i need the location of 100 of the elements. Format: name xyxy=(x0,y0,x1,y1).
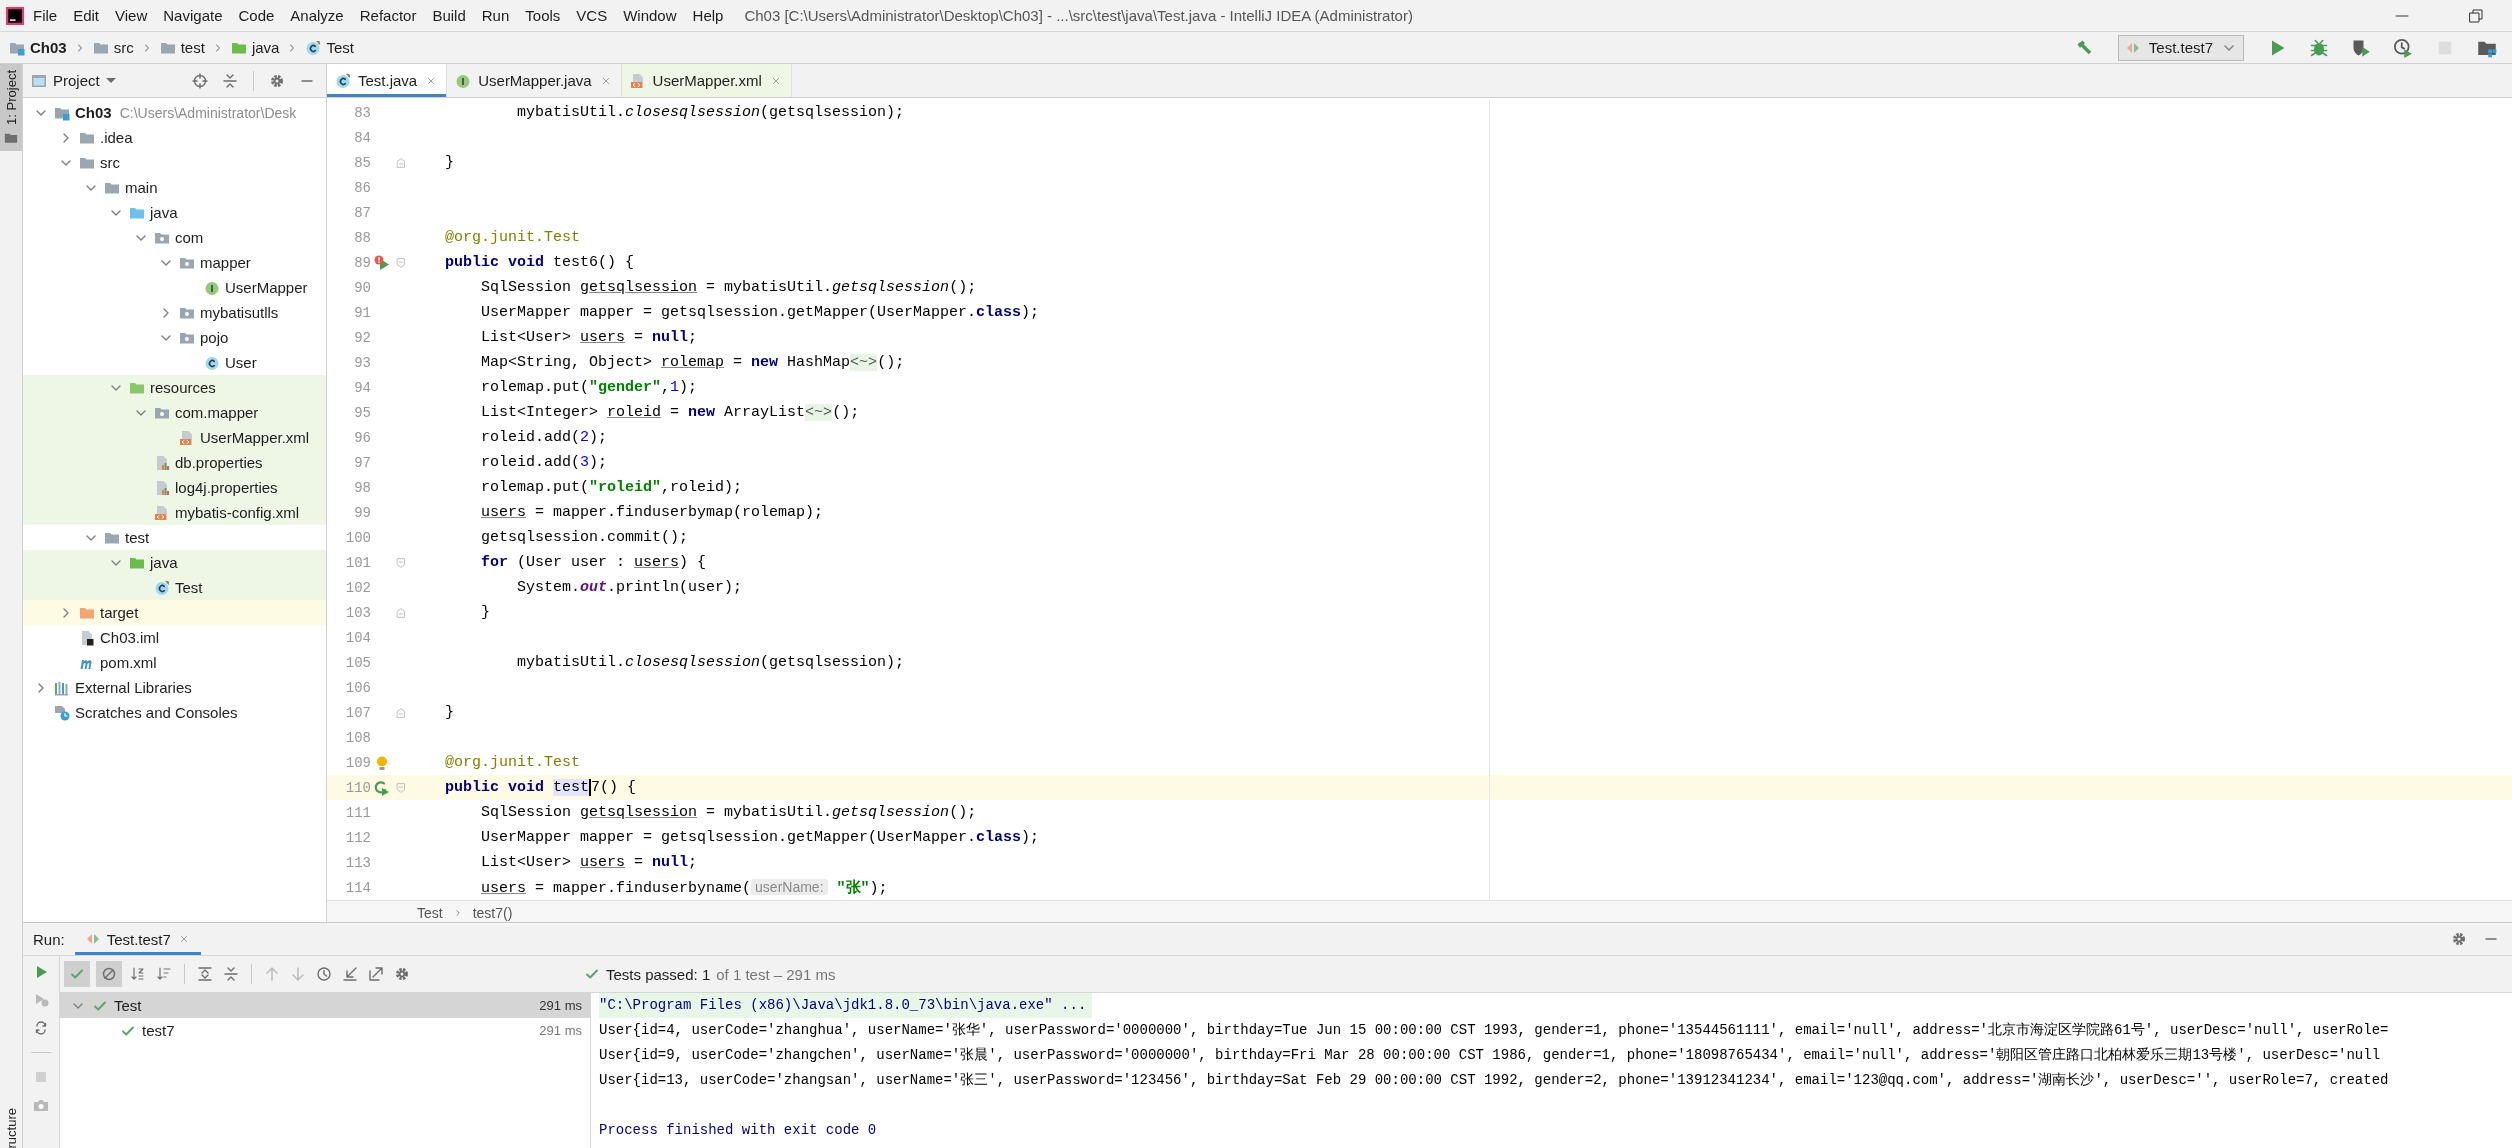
run-test-failed-icon[interactable] xyxy=(374,254,390,271)
tree-item[interactable]: mapper xyxy=(23,250,326,275)
line-number: 98 xyxy=(353,479,371,496)
fold-marker-icon[interactable] xyxy=(394,155,408,170)
tree-item[interactable]: pojo xyxy=(23,325,326,350)
fold-marker-icon[interactable] xyxy=(394,705,408,720)
fold-marker-icon[interactable] xyxy=(394,605,408,620)
menu-item[interactable]: Analyze xyxy=(283,7,351,24)
fold-marker-icon[interactable] xyxy=(394,555,408,570)
show-ignored-button[interactable] xyxy=(96,961,122,987)
tree-item[interactable]: test xyxy=(23,525,326,550)
line-number: 88 xyxy=(353,229,371,246)
test-row[interactable]: Test 291 ms xyxy=(60,993,590,1018)
console-line: User{id=4, userCode='zhanghua', userName='张华', userPassword='0000000', birthday=Tue Jun 15 00:00:00 CST 1993, gender=1, phone='13544561111', email='null', address='北京市海淀区学院路61号', userDesc='null', userRole= xyxy=(599,1021,2390,1040)
line-number: 103 xyxy=(344,604,371,621)
tree-item[interactable]: Scratches and Consoles xyxy=(23,700,326,725)
menu-item[interactable]: Edit xyxy=(66,7,107,24)
locate-icon[interactable] xyxy=(192,72,208,89)
editor-tab[interactable]: Test.java xyxy=(327,64,448,97)
menu-item[interactable]: VCS xyxy=(569,7,615,24)
menu-item[interactable]: View xyxy=(108,7,155,24)
tree-item[interactable]: com.mapper xyxy=(23,400,326,425)
tree-item[interactable]: src xyxy=(23,150,326,175)
fold-marker-icon[interactable] xyxy=(394,255,408,270)
sort-by-duration-icon[interactable] xyxy=(156,966,172,982)
settings-icon[interactable] xyxy=(394,966,410,982)
tree-item[interactable]: User xyxy=(23,350,326,375)
breadcrumb-item[interactable]: src xyxy=(89,39,137,56)
menu-item[interactable]: Build xyxy=(425,7,473,24)
tree-item[interactable]: main xyxy=(23,175,326,200)
code-line: rolemap.put("gender",1); xyxy=(480,379,698,396)
sort-alphabetically-icon[interactable] xyxy=(130,966,146,982)
tree-item[interactable]: db.properties xyxy=(23,450,326,475)
tree-item[interactable]: UserMapper xyxy=(23,275,326,300)
window-title: Ch03 [C:\Users\Administrator\Desktop\Ch03] - ...\src\test\java\Test.java - IntelliJ IDEA (Administrator) xyxy=(744,7,1413,24)
line-number: 108 xyxy=(344,729,371,746)
menu-item[interactable]: Code xyxy=(231,7,282,24)
class-icon xyxy=(335,72,351,89)
menu-item[interactable]: Refactor xyxy=(352,7,424,24)
tree-item[interactable]: Test xyxy=(23,575,326,600)
tree-item[interactable]: resources xyxy=(23,375,326,400)
run-test-passed-icon[interactable] xyxy=(374,779,390,796)
export-icon[interactable] xyxy=(368,966,384,982)
console-line: User{id=9, userCode='zhangchen', userName='张晨', userPassword='0000000', birthday=Fri Mar 28 00:00:00 CST 1986, gender=1, phone='18098765434', email='null', address='朝阳区管庄路口北柏林爱乐三期13号楼', userDesc='null xyxy=(599,1046,2382,1065)
breadcrumb-item[interactable]: test7() xyxy=(472,905,513,921)
project-view-dropdown[interactable]: Project xyxy=(31,72,116,89)
breadcrumb-item[interactable]: Test xyxy=(417,905,443,921)
test-row[interactable]: test7 291 ms xyxy=(60,1018,590,1043)
tree-item[interactable]: log4j.properties xyxy=(23,475,326,500)
code-line: roleid.add(2); xyxy=(480,429,608,446)
code-line: mybatisUtil.closesqlsession(getsqlsession); xyxy=(516,104,905,121)
run-tab[interactable]: Test.test7 xyxy=(74,923,201,955)
tree-item[interactable]: External Libraries xyxy=(23,675,326,700)
tree-item[interactable]: .idea xyxy=(23,125,326,150)
class-icon xyxy=(154,579,170,596)
code-line: List<User> users = null; xyxy=(480,329,698,346)
breadcrumb-item[interactable]: Test xyxy=(302,39,357,56)
show-passed-button[interactable] xyxy=(64,961,90,987)
menu-item[interactable]: Run xyxy=(474,7,517,24)
camera-icon[interactable] xyxy=(33,1097,49,1113)
tree-item[interactable]: UserMapper.xml xyxy=(23,425,326,450)
tree-item[interactable]: java xyxy=(23,550,326,575)
tree-item[interactable]: com xyxy=(23,225,326,250)
collapse-all-icon[interactable] xyxy=(222,72,238,89)
settings-icon[interactable] xyxy=(269,72,285,89)
run-config-dropdown[interactable]: Test.test7 xyxy=(2117,34,2244,61)
side-tab[interactable]: 1: Project xyxy=(0,64,22,151)
tree-item[interactable]: pom.xml xyxy=(23,650,326,675)
bulb-icon[interactable] xyxy=(374,754,390,771)
breadcrumb-item[interactable]: java xyxy=(227,39,283,56)
settings-icon[interactable] xyxy=(2451,931,2467,947)
history-icon[interactable] xyxy=(316,966,332,982)
editor-tab[interactable]: UserMapper.java xyxy=(447,64,622,97)
collapse-all-icon[interactable] xyxy=(223,966,239,982)
menu-item[interactable]: File xyxy=(26,7,65,24)
expand-all-icon[interactable] xyxy=(197,966,213,982)
toggle-auto-test-icon[interactable] xyxy=(33,1020,49,1036)
breadcrumb-item[interactable]: Ch03 xyxy=(6,39,70,56)
tree-item[interactable]: Ch03 C:\Users\Administrator\Desk xyxy=(23,100,326,125)
restore-icon[interactable] xyxy=(2468,7,2484,24)
menu-item[interactable]: Tools xyxy=(518,7,568,24)
tree-item[interactable]: target xyxy=(23,600,326,625)
menu-item[interactable]: Window xyxy=(616,7,684,24)
class-icon xyxy=(204,354,220,371)
line-number: 106 xyxy=(344,679,371,696)
fold-marker-icon[interactable] xyxy=(394,780,408,795)
profiler-icon[interactable] xyxy=(2393,37,2413,58)
side-tab[interactable]: ructure xyxy=(0,1101,22,1148)
tree-item[interactable]: java xyxy=(23,200,326,225)
menu-item[interactable]: Help xyxy=(685,7,731,24)
editor-tab[interactable]: UserMapper.xml xyxy=(621,64,792,97)
tree-item[interactable]: mybatisutlls xyxy=(23,300,326,325)
import-icon[interactable] xyxy=(342,966,358,982)
menu-item[interactable]: Navigate xyxy=(156,7,230,24)
debug-icon[interactable] xyxy=(2309,37,2329,58)
tree-item[interactable]: Ch03.iml xyxy=(23,625,326,650)
breadcrumb-item[interactable]: test xyxy=(156,39,208,56)
code-line: users = mapper.finduserbyname( userName: "张"); xyxy=(480,878,888,897)
tree-item[interactable]: mybatis-config.xml xyxy=(23,500,326,525)
line-number: 90 xyxy=(353,279,371,296)
